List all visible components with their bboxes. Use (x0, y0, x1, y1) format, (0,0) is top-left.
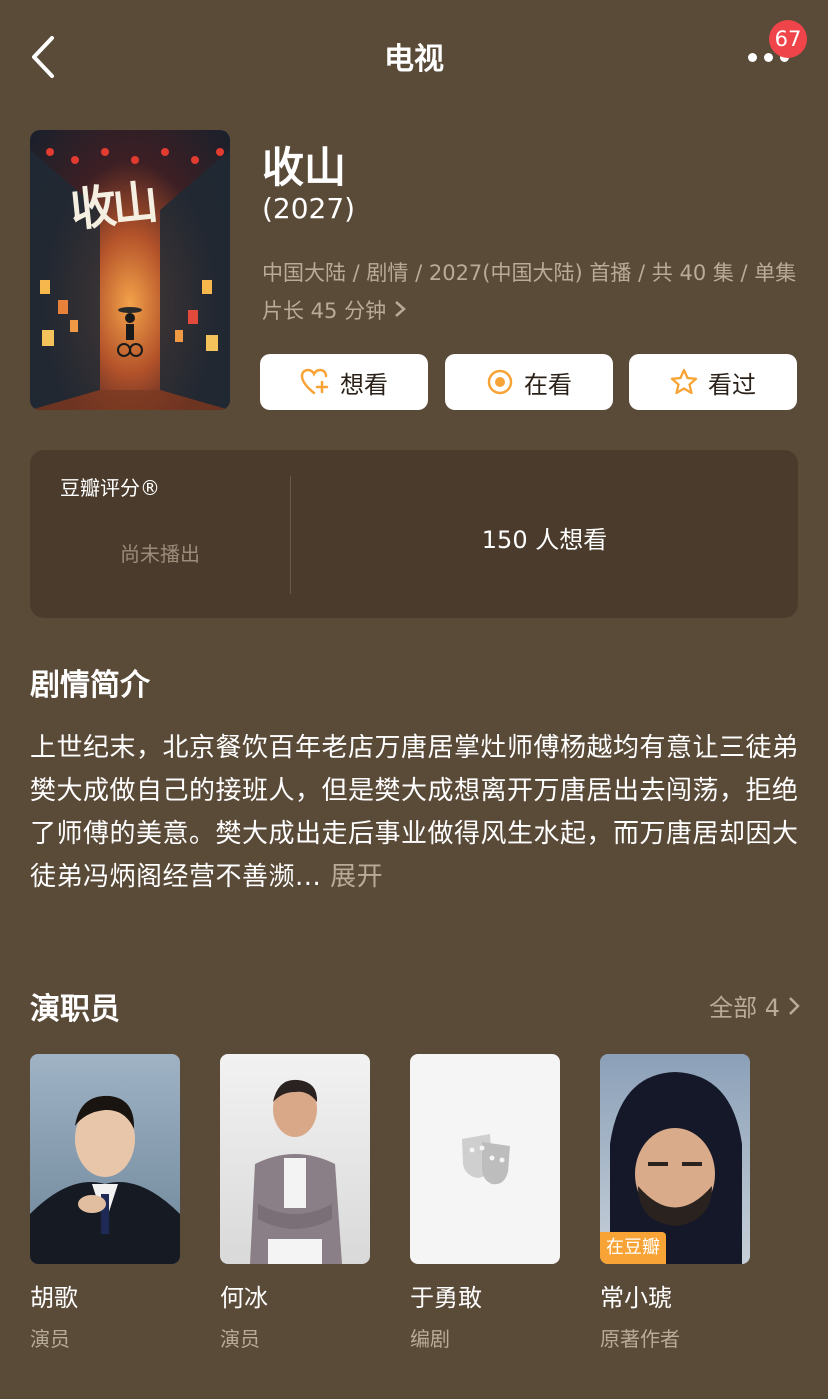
rating-label: 豆瓣评分® (60, 476, 160, 500)
expand-link[interactable]: 展开 (330, 862, 383, 892)
rating-status: 尚未播出 (120, 542, 200, 566)
eye-circle-icon (487, 369, 513, 395)
watching-label: 在看 (524, 370, 572, 399)
star-icon (670, 368, 698, 395)
cast-card[interactable]: 胡歌 演员 (30, 1054, 180, 1352)
heart-plus-icon (300, 368, 329, 395)
show-meta[interactable]: 中国大陆 / 剧情 / 2027(中国大陆) 首播 / 共 40 集 / 单集片… (262, 254, 802, 330)
show-year: (2027) (262, 192, 356, 225)
nav-bar: 电视 67 (0, 0, 828, 110)
show-meta-text: 中国大陆 / 剧情 / 2027(中国大陆) 首播 / 共 40 集 / 单集片… (262, 261, 797, 323)
poster-image[interactable]: 收山 (30, 130, 230, 410)
cast-all-label: 全部 4 (709, 994, 780, 1022)
cast-heading: 演职员 (30, 992, 120, 1027)
notification-badge[interactable]: 67 (769, 20, 807, 58)
watched-button[interactable]: 看过 (629, 354, 797, 410)
cast-photo (220, 1054, 370, 1264)
synopsis-text: 上世纪末，北京餐饮百年老店万唐居掌灶师傅杨越均有意让三徒弟樊大成做自己的接班人，… (30, 727, 800, 899)
show-title: 收山 (262, 143, 347, 192)
cast-name: 何冰 (220, 1284, 268, 1312)
cast-photo (30, 1054, 180, 1264)
rating-panel[interactable]: 豆瓣评分® 尚未播出 150 人想看 (30, 450, 798, 618)
synopsis-heading: 剧情简介 (30, 668, 150, 703)
theater-mask-icon (462, 1134, 510, 1185)
watching-button[interactable]: 在看 (445, 354, 613, 410)
cast-photo-placeholder (410, 1054, 560, 1264)
synopsis-body: 上世纪末，北京餐饮百年老店万唐居掌灶师傅杨越均有意让三徒弟樊大成做自己的接班人，… (30, 733, 799, 892)
page-title: 电视 (384, 42, 444, 77)
cast-name: 胡歌 (30, 1284, 78, 1312)
cast-card[interactable]: 何冰 演员 (220, 1054, 370, 1352)
cast-role: 演员 (220, 1327, 260, 1351)
cast-role: 原著作者 (600, 1327, 680, 1351)
cast-card[interactable]: 于勇敢 编剧 (410, 1054, 560, 1352)
poster-title-calligraphy: 收山 (67, 174, 157, 238)
cast-photo: 在豆瓣 (600, 1054, 750, 1264)
chevron-right-icon (789, 996, 800, 1015)
cast-card[interactable]: 在豆瓣 常小琥 原著作者 (600, 1054, 750, 1352)
cast-all-link[interactable]: 全部 4 (709, 988, 800, 1023)
cast-name: 于勇敢 (410, 1284, 482, 1312)
wish-count: 150 人想看 (481, 526, 608, 554)
watched-label: 看过 (708, 370, 756, 399)
chevron-right-icon (394, 292, 406, 330)
cast-role: 编剧 (410, 1327, 450, 1351)
cast-name: 常小琥 (600, 1284, 672, 1312)
cast-role: 演员 (30, 1327, 70, 1351)
on-douban-tag: 在豆瓣 (600, 1232, 666, 1264)
want-to-watch-button[interactable]: 想看 (260, 354, 428, 410)
want-to-watch-label: 想看 (340, 370, 388, 399)
